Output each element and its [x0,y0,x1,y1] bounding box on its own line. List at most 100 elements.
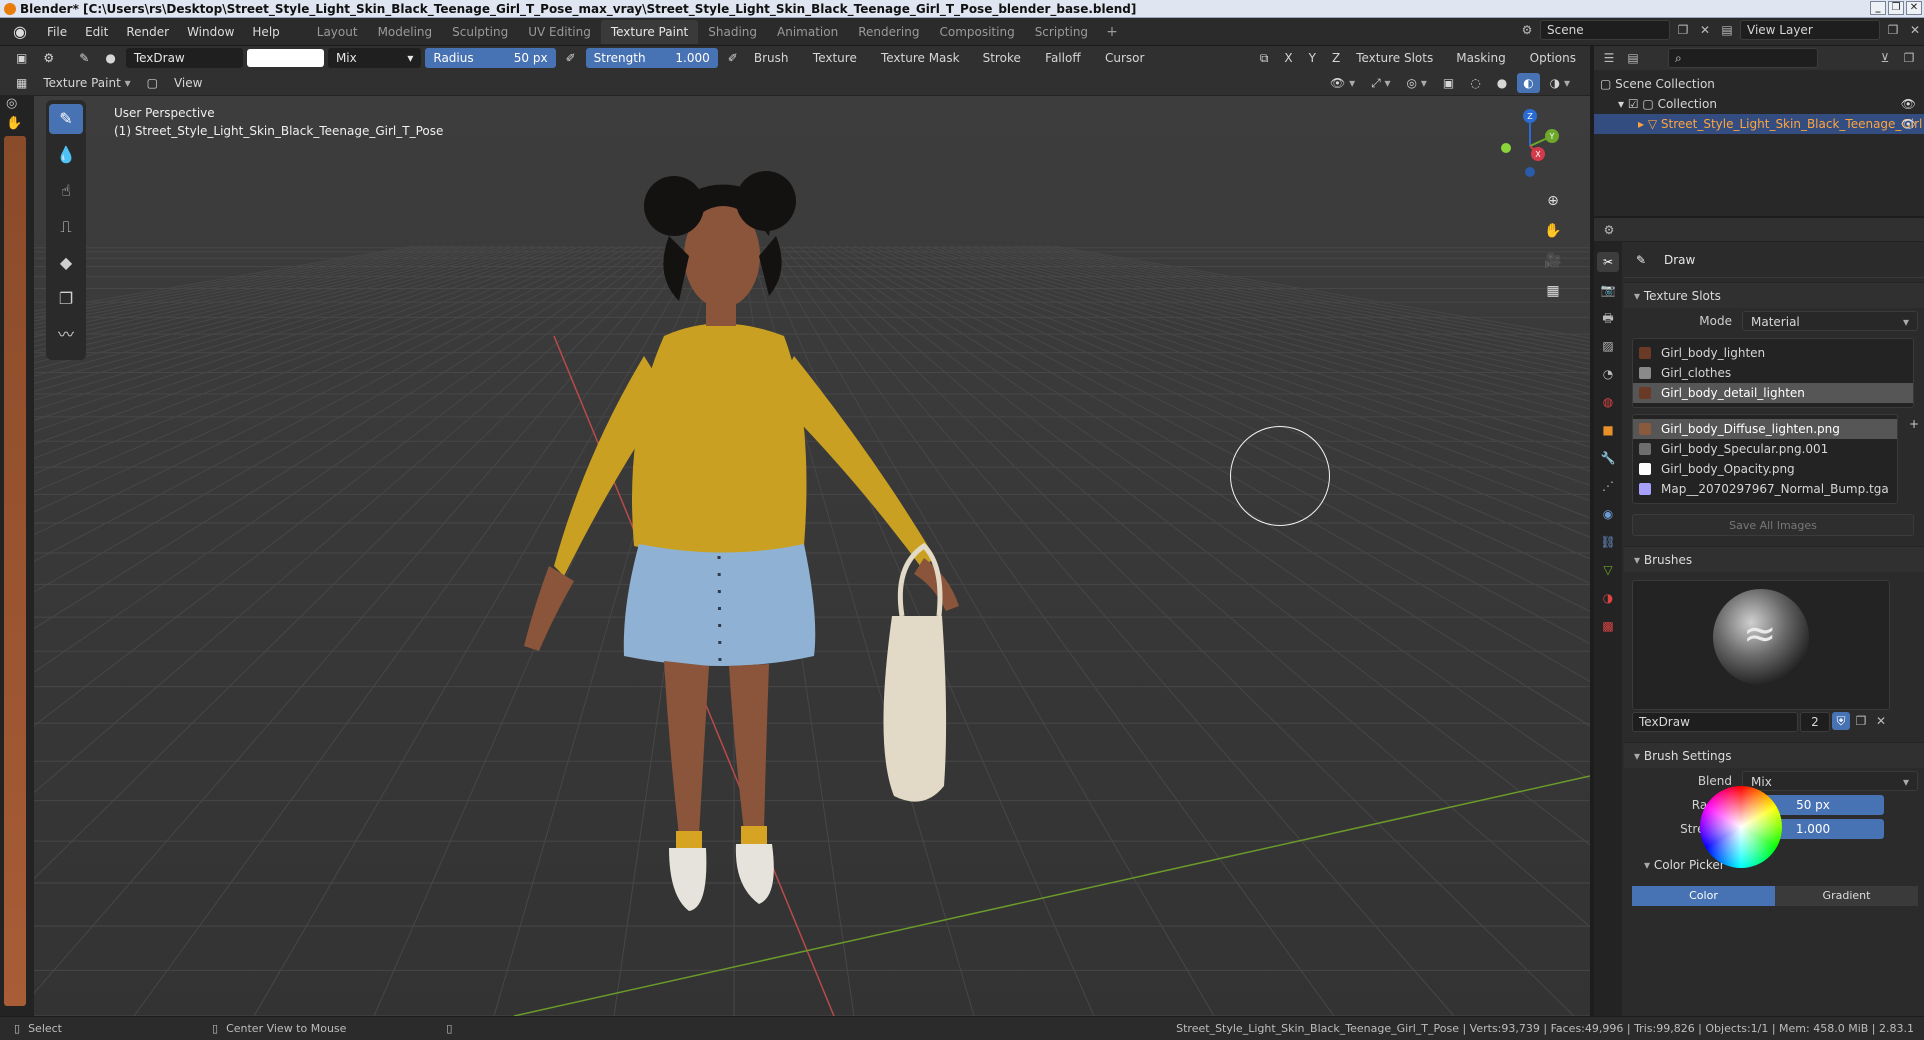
3d-viewport[interactable]: User Perspective (1) Street_Style_Light_… [34,96,1590,1016]
material-tab-icon[interactable]: ◑ [1597,588,1619,608]
falloff-menu[interactable]: Falloff [1039,48,1095,68]
tab-rendering[interactable]: Rendering [848,20,929,44]
visibility-icon[interactable]: 👁 [1324,73,1361,93]
pan-hand-icon[interactable]: ✋ [1540,218,1566,244]
scene-tab-icon[interactable]: ◔ [1597,364,1619,384]
symmetry-x-toggle[interactable]: X [1278,48,1298,68]
overlays-icon[interactable]: ◎ [1401,73,1433,93]
masking-menu[interactable]: Masking [1450,48,1519,68]
menu-edit[interactable]: Edit [76,25,117,39]
constraints-tab-icon[interactable]: ⛓ [1597,532,1619,552]
brush-preview[interactable] [1632,580,1890,710]
editor-type-icon[interactable]: ▣ [10,48,33,68]
view-layer-field[interactable]: View Layer [1740,20,1880,40]
brush-tool-icon[interactable]: ✎ [73,48,95,68]
cursor-menu[interactable]: Cursor [1099,48,1159,68]
list-item[interactable]: Girl_body_Specular.png.001 [1633,439,1897,459]
menu-render[interactable]: Render [117,25,178,39]
menu-help[interactable]: Help [243,25,288,39]
add-workspace-button[interactable]: + [1098,20,1126,44]
strength-pressure-icon[interactable]: ✐ [722,48,744,68]
tool-options-icon[interactable]: ⚙ [37,48,69,68]
scene-icon[interactable]: ⚙ [1518,21,1536,39]
view-layer-icon[interactable]: ▤ [1718,21,1736,39]
tab-color[interactable]: Color [1632,886,1775,906]
solid-shading-icon[interactable]: ● [1491,73,1513,93]
new-scene-icon[interactable]: ❐ [1674,21,1692,39]
texture-slots-panel-header[interactable]: Texture Slots [1624,282,1924,308]
display-mode-icon[interactable]: ▤ [1624,49,1642,67]
mode-dropdown[interactable]: Texture Paint [37,73,136,93]
minimize-button[interactable]: _ [1870,1,1886,15]
brush-name-field[interactable]: TexDraw [1632,712,1798,732]
zoom-icon[interactable]: ⊕ [1540,188,1566,214]
navigation-gizmo[interactable]: Z Y X [1490,106,1570,186]
modifier-tab-icon[interactable]: 🔧 [1597,448,1619,468]
draw-tool-icon[interactable]: ✎ [49,104,83,134]
mode-dropdown[interactable]: Material [1742,311,1918,331]
wireframe-shading-icon[interactable]: ◌ [1464,73,1486,93]
brush-color-swatch[interactable] [246,49,324,67]
particles-tab-icon[interactable]: ⋰ [1597,476,1619,496]
blend-dropdown[interactable]: Mix [1742,771,1918,791]
menu-file[interactable]: File [38,25,76,39]
list-item-selected[interactable]: Girl_body_detail_lighten [1633,383,1913,403]
view-layer-tab-icon[interactable]: ▨ [1597,336,1619,356]
tab-modeling[interactable]: Modeling [368,20,443,44]
physics-tab-icon[interactable]: ◉ [1597,504,1619,524]
tool-tab-icon[interactable]: ✂ [1597,252,1619,272]
outliner-search-input[interactable]: ⌕ [1668,48,1818,68]
output-tab-icon[interactable]: 🖶 [1597,308,1619,328]
stroke-menu[interactable]: Stroke [977,48,1036,68]
brush-pin-icon[interactable]: ● [99,48,121,68]
list-item[interactable]: Girl_body_Opacity.png [1633,459,1897,479]
paint-mask-icon[interactable]: ▢ [141,73,164,93]
data-tab-icon[interactable]: ▽ [1597,560,1619,580]
list-item[interactable]: Map__2070297967_Normal_Bump.tga [1633,479,1897,499]
menu-window[interactable]: Window [178,25,243,39]
texture-slots-menu[interactable]: Texture Slots [1350,48,1446,68]
annotate-tool-icon[interactable]: 〰 [49,320,83,350]
rendered-shading-icon[interactable]: ◑ [1544,73,1576,93]
blend-mode-dropdown[interactable]: Mix ▾ [327,48,422,68]
object-tab-icon[interactable]: ■ [1597,420,1619,440]
soften-tool-icon[interactable]: 💧 [49,140,83,170]
brush-users-count[interactable]: 2 [1800,712,1830,732]
tab-texture-paint[interactable]: Texture Paint [600,19,699,44]
outliner-collection[interactable]: ▾ ☑ ▢ Collection 👁 [1594,94,1924,114]
close-button[interactable]: ✕ [1906,1,1922,15]
outliner-scene-collection[interactable]: ▢ Scene Collection [1594,74,1924,94]
texture-paint-editor-icon[interactable]: ▦ [10,73,33,93]
unlink-brush-icon[interactable]: ✕ [1872,712,1890,730]
duplicate-brush-icon[interactable]: ❐ [1852,712,1870,730]
list-item[interactable]: Girl_body_lighten [1633,343,1913,363]
gizmo-icon[interactable]: ⤢ [1365,73,1396,93]
tab-compositing[interactable]: Compositing [929,20,1024,44]
brush-settings-panel-header[interactable]: Brush Settings [1624,742,1924,768]
radius-slider[interactable]: Radius 50 px [425,48,556,68]
material-shading-icon[interactable]: ◐ [1517,72,1540,93]
tab-uv-editing[interactable]: UV Editing [518,20,601,44]
blender-logo-icon[interactable]: ◉ [8,20,32,44]
outliner-editor-icon[interactable]: ☰ [1600,49,1618,67]
tab-shading[interactable]: Shading [698,20,767,44]
delete-view-layer-icon[interactable]: ✕ [1906,21,1924,39]
new-collection-icon[interactable]: ❐ [1900,49,1918,67]
strength-slider[interactable]: Strength 1.000 [585,48,718,68]
sidebar-toggle-icon[interactable]: ◎ [6,96,17,111]
hand-icon[interactable]: ✋ [6,116,22,131]
mask-tool-icon[interactable]: ❐ [49,284,83,314]
clone-tool-icon[interactable]: ⎍ [49,212,83,242]
render-tab-icon[interactable]: 📷 [1597,280,1619,300]
outliner-object-row[interactable]: ▸ ▽ Street_Style_Light_Skin_Black_Teenag… [1594,114,1924,134]
tab-sculpting[interactable]: Sculpting [442,20,518,44]
fill-tool-icon[interactable]: ◆ [49,248,83,278]
save-all-images-button[interactable]: Save All Images [1632,514,1914,536]
tab-layout[interactable]: Layout [307,20,368,44]
scene-name-field[interactable]: Scene [1540,20,1670,40]
tab-gradient[interactable]: Gradient [1775,886,1918,906]
brushes-panel-header[interactable]: Brushes [1624,546,1924,572]
tab-animation[interactable]: Animation [767,20,848,44]
eye-icon[interactable]: 👁 [1901,114,1916,134]
list-item[interactable]: Girl_clothes [1633,363,1913,383]
